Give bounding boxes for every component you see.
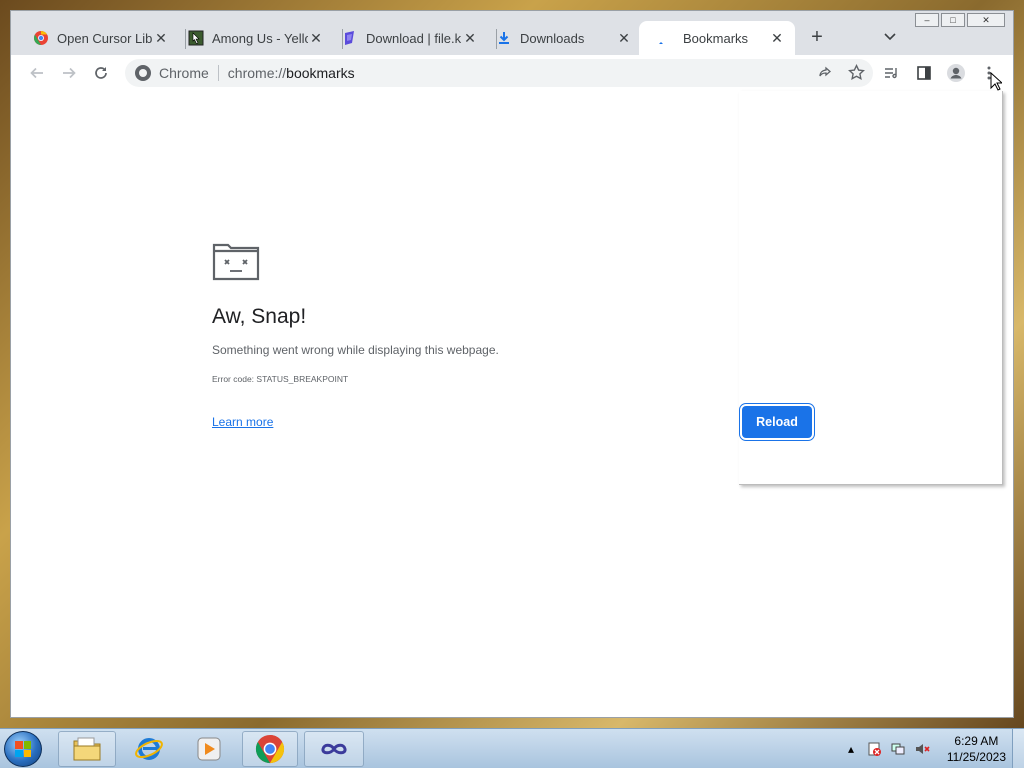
tab-download-file[interactable]: Download | file.k ✕ bbox=[320, 21, 488, 55]
windows-logo-icon bbox=[15, 741, 31, 757]
tray-expand-button[interactable]: ▴ bbox=[843, 741, 859, 757]
taskbar-internet-explorer[interactable] bbox=[120, 731, 178, 767]
loading-icon bbox=[653, 30, 669, 46]
error-code: Error code: STATUS_BREAKPOINT bbox=[212, 374, 349, 384]
reading-list-button[interactable] bbox=[879, 61, 903, 85]
minimize-button[interactable]: – bbox=[915, 13, 939, 27]
tab-among-us[interactable]: Among Us - Yello ✕ bbox=[166, 21, 334, 55]
error-title: Aw, Snap! bbox=[212, 305, 307, 328]
system-clock[interactable]: 6:29 AM 11/25/2023 bbox=[947, 733, 1006, 765]
action-center-icon[interactable] bbox=[866, 741, 882, 757]
reload-button[interactable] bbox=[89, 61, 113, 85]
error-message: Something went wrong while displaying th… bbox=[212, 343, 499, 357]
start-button[interactable] bbox=[4, 731, 42, 767]
taskbar-media-player[interactable] bbox=[180, 731, 238, 767]
chrome-window: – □ ✕ Open Cursor Libr ✕ Among Us - Yell… bbox=[10, 10, 1014, 718]
tab-title: Open Cursor Libr bbox=[57, 30, 153, 46]
tab-bookmarks[interactable]: Bookmarks ✕ bbox=[639, 21, 795, 55]
taskbar-file-explorer[interactable] bbox=[58, 731, 116, 767]
taskbar-chrome[interactable] bbox=[242, 731, 298, 767]
tab-open-cursor-library[interactable]: Open Cursor Libr ✕ bbox=[11, 21, 179, 55]
reading-list-icon bbox=[885, 68, 897, 79]
tab-title: Download | file.k bbox=[366, 30, 462, 46]
toolbar: Chrome chrome://bookmarks bbox=[11, 55, 1013, 91]
app-infinity-icon bbox=[321, 743, 347, 755]
bookmark-star-icon[interactable] bbox=[848, 63, 865, 84]
page-content: Aw, Snap! Something went wrong while dis… bbox=[11, 91, 1013, 717]
forward-button[interactable] bbox=[57, 61, 81, 85]
omnibox-divider bbox=[217, 65, 219, 81]
chrome-icon bbox=[255, 734, 285, 764]
mouse-cursor-icon bbox=[990, 71, 1004, 92]
file-download-site-icon bbox=[342, 30, 358, 46]
volume-muted-icon[interactable] bbox=[914, 741, 930, 757]
download-icon bbox=[496, 30, 512, 46]
clock-time: 6:29 AM bbox=[954, 734, 999, 748]
window-controls: – □ ✕ bbox=[915, 13, 1005, 27]
url-host: bookmarks bbox=[286, 65, 355, 81]
chrome-site-icon bbox=[135, 65, 151, 81]
side-panel-icon bbox=[917, 66, 931, 80]
tab-downloads[interactable]: Downloads ✕ bbox=[474, 21, 642, 55]
tab-search-button[interactable] bbox=[884, 28, 896, 44]
omnibox-chip-label: Chrome bbox=[159, 65, 209, 81]
reload-icon bbox=[95, 67, 107, 79]
tab-title: Downloads bbox=[520, 30, 585, 46]
media-player-icon bbox=[197, 737, 221, 761]
taskbar: ▴ 6:29 AM 11/25/2023 bbox=[0, 728, 1024, 768]
tab-title: Bookmarks bbox=[683, 30, 749, 46]
tab-title: Among Us - Yello bbox=[212, 30, 308, 46]
back-button[interactable] bbox=[25, 61, 49, 85]
show-desktop-button[interactable] bbox=[1012, 729, 1024, 768]
tab-close-icon[interactable]: ✕ bbox=[616, 30, 632, 47]
side-panel-button[interactable] bbox=[912, 61, 936, 85]
taskbar-infinity-app[interactable] bbox=[304, 731, 364, 767]
maximize-button[interactable]: □ bbox=[941, 13, 965, 27]
sad-folder-icon bbox=[212, 241, 260, 281]
tab-close-icon[interactable]: ✕ bbox=[769, 30, 785, 47]
avatar-icon bbox=[947, 64, 965, 82]
learn-more-link[interactable]: Learn more bbox=[212, 415, 273, 429]
chrome-web-store-icon bbox=[33, 30, 49, 46]
tab-strip: Open Cursor Libr ✕ Among Us - Yello ✕ Do… bbox=[11, 11, 1013, 57]
url-scheme: chrome:// bbox=[227, 65, 287, 81]
arrow-right-icon bbox=[63, 67, 76, 79]
window-close-button[interactable]: ✕ bbox=[967, 13, 1005, 27]
profile-button[interactable] bbox=[944, 61, 968, 85]
share-icon[interactable] bbox=[817, 65, 833, 84]
arrow-left-icon bbox=[30, 67, 43, 79]
file-explorer-icon bbox=[73, 737, 101, 761]
chevron-down-icon bbox=[884, 33, 896, 41]
new-tab-button[interactable]: + bbox=[805, 26, 829, 50]
internet-explorer-icon bbox=[135, 738, 163, 760]
reload-page-button[interactable]: Reload bbox=[742, 406, 812, 438]
cursor-page-icon bbox=[188, 30, 204, 46]
clock-date: 11/25/2023 bbox=[946, 750, 1006, 764]
address-bar[interactable]: Chrome chrome://bookmarks bbox=[125, 59, 873, 87]
network-icon[interactable] bbox=[890, 741, 906, 757]
